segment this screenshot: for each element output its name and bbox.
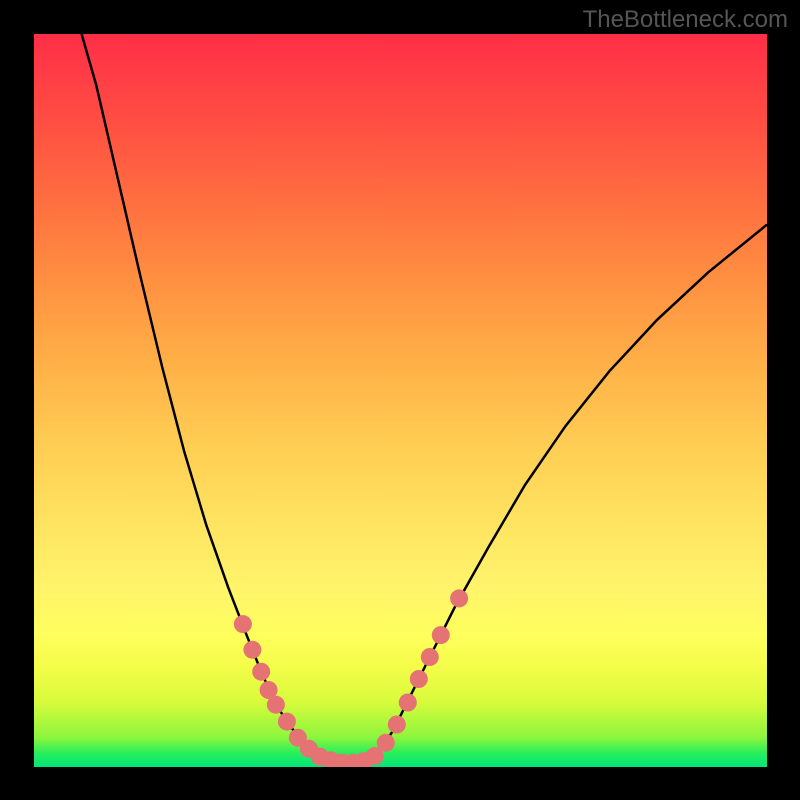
- data-marker: [432, 626, 450, 644]
- watermark-text: TheBottleneck.com: [583, 6, 788, 34]
- plot-area: [34, 34, 767, 767]
- data-marker: [421, 648, 439, 666]
- data-marker: [377, 734, 395, 752]
- data-marker: [278, 713, 296, 731]
- marker-group: [234, 589, 468, 767]
- data-marker: [234, 615, 252, 633]
- curve-svg: [34, 34, 767, 767]
- data-marker: [267, 696, 285, 714]
- chart-frame: TheBottleneck.com: [0, 0, 800, 800]
- data-marker: [252, 663, 270, 681]
- data-marker: [399, 694, 417, 712]
- data-marker: [243, 641, 261, 659]
- data-marker: [450, 589, 468, 607]
- data-marker: [410, 670, 428, 688]
- data-marker: [388, 716, 406, 734]
